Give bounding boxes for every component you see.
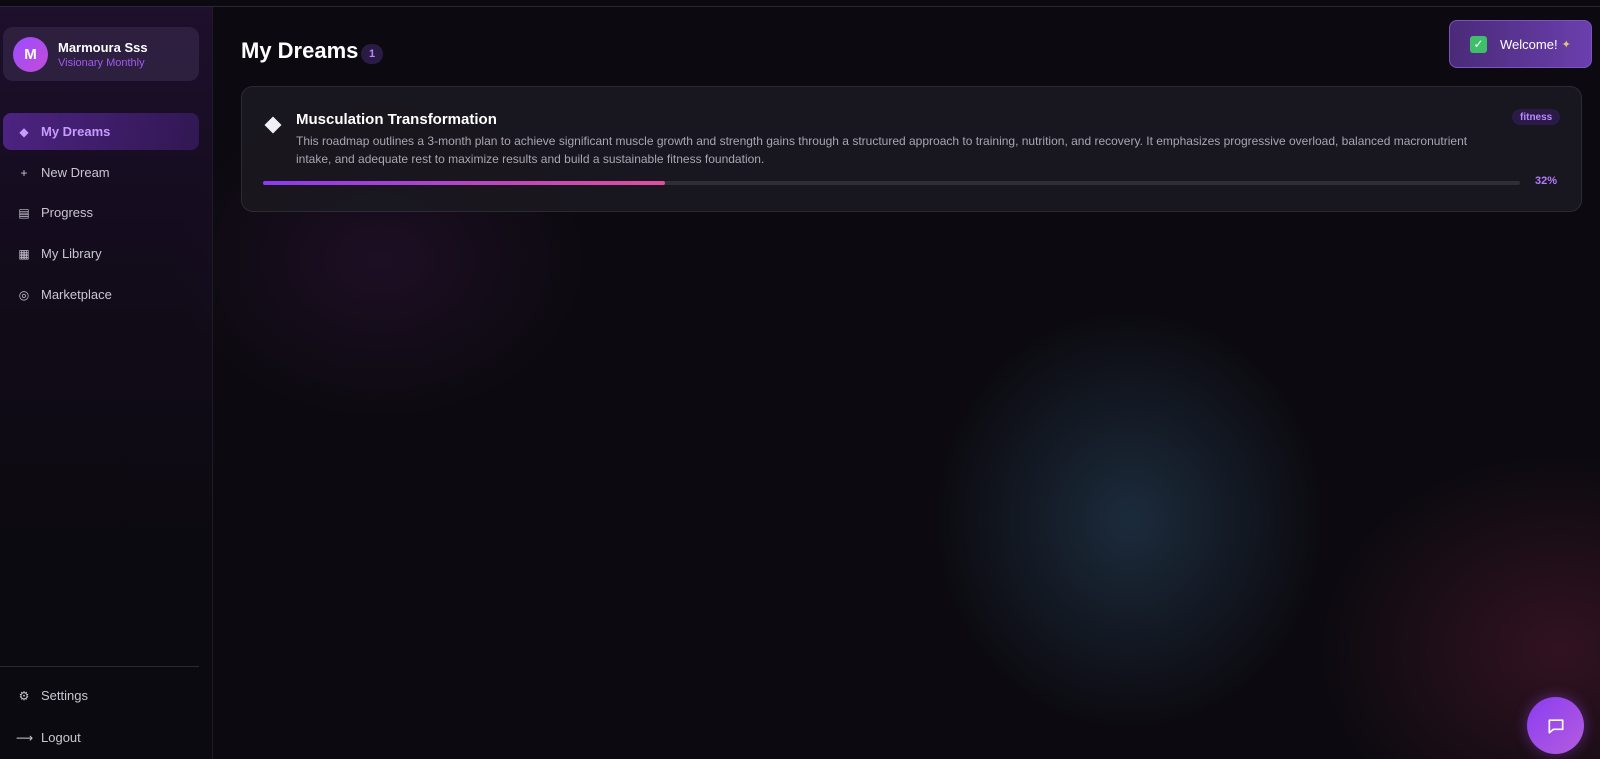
sidebar-item-label: Logout: [41, 730, 81, 745]
sidebar-item-progress[interactable]: ▤ Progress: [3, 194, 199, 231]
sidebar-item-label: My Dreams: [41, 124, 111, 139]
diamond-icon: [264, 116, 282, 134]
list-icon: ▤: [18, 205, 30, 220]
dream-card[interactable]: Musculation Transformation This roadmap …: [241, 86, 1582, 212]
app-root: M Marmoura Sss Visionary Monthly ◆ My Dr…: [0, 0, 1600, 759]
chat-bubble-icon: [1548, 718, 1563, 733]
page-title: My Dreams: [241, 38, 359, 63]
party-icon: ✦: [1561, 38, 1571, 51]
dream-title: Musculation Transformation: [296, 111, 497, 128]
chat-button[interactable]: [1527, 697, 1584, 754]
sidebar-item-new-dream[interactable]: + New Dream: [3, 154, 199, 191]
sidebar-item-my-dreams[interactable]: ◆ My Dreams: [3, 113, 199, 150]
target-icon: ◎: [18, 287, 30, 302]
diamond-icon: ◆: [19, 124, 29, 139]
profile-card[interactable]: M Marmoura Sss Visionary Monthly: [3, 27, 199, 81]
gear-icon: ⚙: [18, 688, 30, 703]
sidebar-item-settings[interactable]: ⚙ Settings: [3, 677, 199, 714]
arrow-right-icon: ⟶: [16, 730, 34, 745]
sidebar-item-label: Progress: [41, 205, 94, 220]
sidebar: M Marmoura Sss Visionary Monthly ◆ My Dr…: [0, 7, 213, 759]
avatar: M: [13, 36, 48, 72]
welcome-toast[interactable]: ✓ Welcome! ✦: [1449, 20, 1592, 68]
sidebar-item-label: Settings: [41, 688, 88, 703]
profile-name: Marmoura Sss: [58, 39, 148, 55]
profile-text: Marmoura Sss Visionary Monthly: [58, 40, 148, 69]
sidebar-item-label: New Dream: [41, 165, 110, 180]
sidebar-item-marketplace[interactable]: ◎ Marketplace: [3, 276, 199, 313]
dream-description: This roadmap outlines a 3-month plan to …: [296, 134, 1468, 166]
profile-plan: Visionary Monthly: [58, 56, 145, 69]
sidebar-item-label: My Library: [41, 246, 102, 261]
grid-icon: ▦: [18, 246, 30, 261]
plus-icon: +: [20, 165, 28, 180]
category-tag: fitness: [1512, 109, 1561, 125]
progress-bar-fill: [263, 181, 666, 185]
dream-count-badge: 1: [361, 44, 383, 64]
sidebar-divider: [0, 666, 199, 667]
toast-text: Welcome!: [1500, 36, 1558, 52]
sidebar-item-my-library[interactable]: ▦ My Library: [3, 235, 199, 272]
progress-percent: 32%: [1535, 175, 1558, 187]
progress-bar: [263, 181, 1520, 185]
check-icon: ✓: [1470, 35, 1487, 53]
sidebar-item-logout[interactable]: ⟶ Logout: [3, 719, 199, 756]
sidebar-item-label: Marketplace: [41, 287, 112, 302]
top-border: [0, 6, 1600, 7]
